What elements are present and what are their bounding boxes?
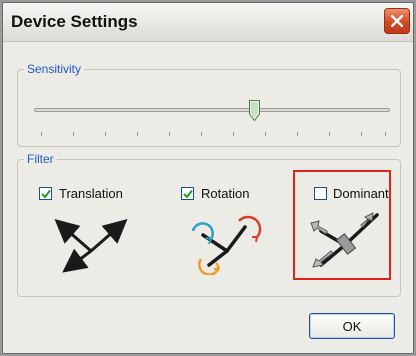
rotation-label[interactable]: Rotation <box>201 186 249 201</box>
slider-tick <box>201 132 202 136</box>
slider-tick <box>169 132 170 136</box>
slider-tick <box>233 132 234 136</box>
close-button[interactable] <box>384 8 410 34</box>
dialog-title: Device Settings <box>11 12 138 31</box>
sensitivity-group-label: Sensitivity <box>24 62 85 76</box>
slider-tick <box>105 132 106 136</box>
slider-tick <box>385 132 386 136</box>
rotation-axes-icon <box>191 215 262 275</box>
checkmark-icon <box>183 189 193 199</box>
rotation-checkbox[interactable] <box>181 187 194 200</box>
translation-checkbox[interactable] <box>39 187 52 200</box>
filter-group-label: Filter <box>24 152 57 166</box>
slider-tick <box>329 132 330 136</box>
slider-tick <box>73 132 74 136</box>
sensitivity-slider-thumb[interactable] <box>249 100 260 121</box>
slider-tick <box>137 132 138 136</box>
slider-tick <box>361 132 362 136</box>
title-bar[interactable]: Device Settings <box>3 3 413 42</box>
sensitivity-slider-track[interactable] <box>34 108 390 112</box>
slider-tick <box>265 132 266 136</box>
dominant-checkbox[interactable] <box>314 187 327 200</box>
ok-button[interactable]: OK <box>309 313 395 339</box>
checkmark-icon <box>41 189 51 199</box>
sensitivity-group: Sensitivity <box>17 62 401 147</box>
slider-tick <box>297 132 298 136</box>
close-icon <box>391 15 403 27</box>
dominant-label[interactable]: Dominant <box>333 186 389 201</box>
translation-axes-icon <box>54 219 128 273</box>
device-settings-dialog: Device Settings Sensitivity Filter Trans… <box>2 2 414 354</box>
translation-label[interactable]: Translation <box>59 186 123 201</box>
dominant-axis-icon <box>310 212 379 268</box>
slider-tick <box>41 132 42 136</box>
